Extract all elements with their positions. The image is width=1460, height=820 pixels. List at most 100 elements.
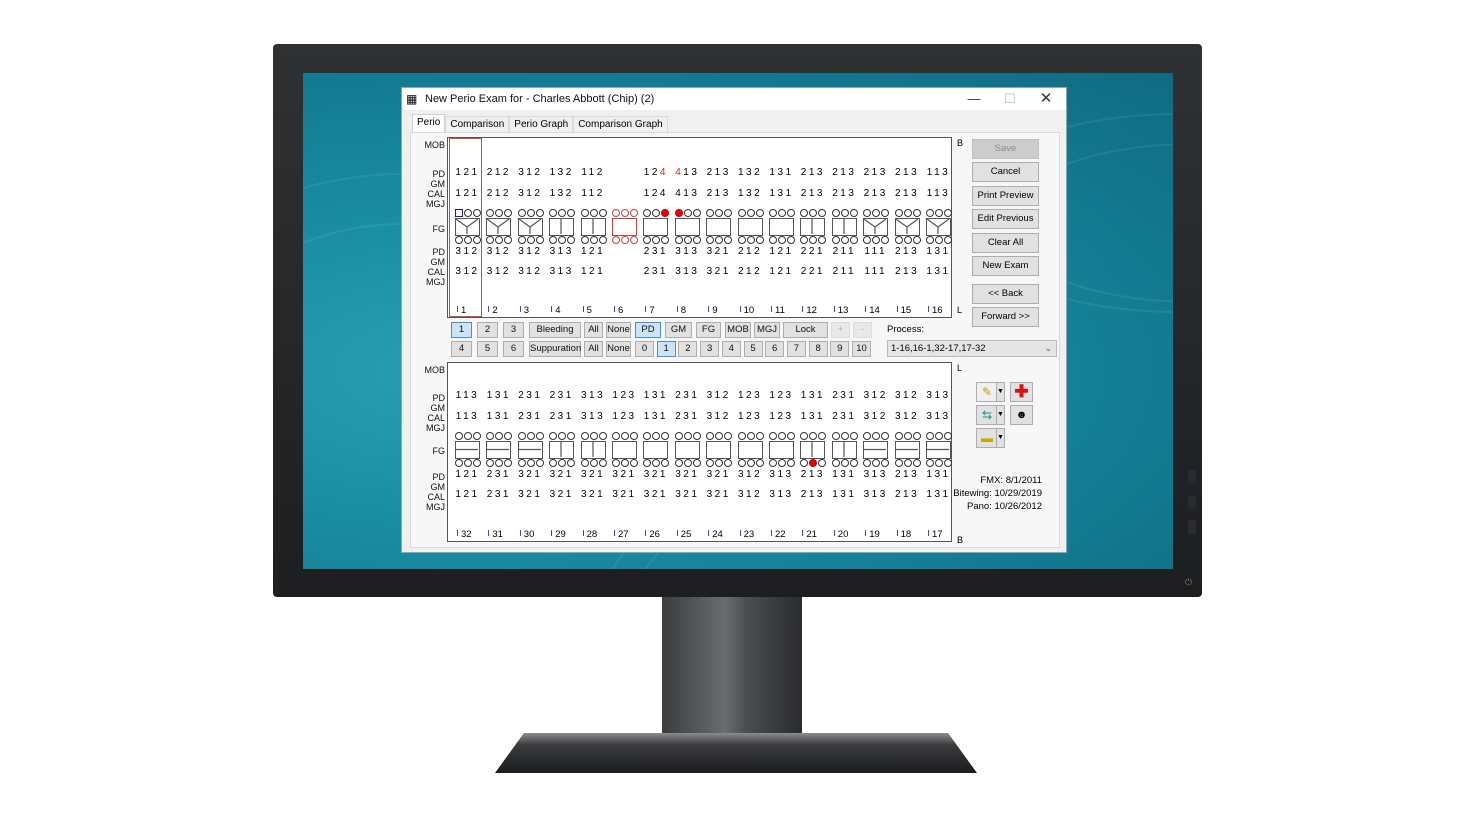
measurement-value[interactable]: 213 xyxy=(892,167,923,178)
site-indicators[interactable] xyxy=(737,209,764,217)
site-circle[interactable] xyxy=(800,459,809,467)
site-circle[interactable] xyxy=(840,209,849,217)
site-circle[interactable] xyxy=(526,236,535,244)
tooth-crown[interactable] xyxy=(894,441,920,459)
measurement-value[interactable]: 312 xyxy=(703,390,734,401)
tooth-2[interactable]: 212 212 312 312 2 xyxy=(482,138,514,317)
measurement-value[interactable]: 312 xyxy=(892,411,923,422)
site-circle[interactable] xyxy=(724,236,733,244)
tooth-31[interactable]: 131 131 231 231 31 xyxy=(482,363,514,541)
tooth-crown[interactable] xyxy=(612,441,637,459)
site-indicators[interactable] xyxy=(674,209,701,217)
measurement-value[interactable]: 113 xyxy=(923,167,954,178)
tooth-crown[interactable] xyxy=(643,441,669,459)
site-indicators[interactable] xyxy=(706,236,733,244)
site-indicators[interactable] xyxy=(643,459,670,467)
site-circle[interactable] xyxy=(486,432,495,440)
measurement-value[interactable]: 231 xyxy=(515,411,546,422)
measurement-value[interactable]: 213 xyxy=(797,167,828,178)
measurement-value[interactable]: 313 xyxy=(766,469,797,480)
site-circle[interactable] xyxy=(455,432,463,440)
lower-arch-chart[interactable]: 113 113 121 121 32 131 131 231 231 31 231 231 321 321… xyxy=(447,362,952,542)
tooth-18[interactable]: 312 312 213 213 18 xyxy=(891,363,923,541)
site-circle[interactable] xyxy=(746,432,755,440)
measurement-value[interactable]: 212 xyxy=(735,266,766,277)
site-indicators[interactable] xyxy=(769,432,795,440)
measurement-value[interactable]: 213 xyxy=(860,167,891,178)
tooth-crown[interactable] xyxy=(674,218,700,236)
tooth-crown[interactable] xyxy=(517,441,543,459)
site-indicators[interactable] xyxy=(517,432,544,440)
site-circle[interactable] xyxy=(589,209,598,217)
medical-cross-icon[interactable]: ✚ xyxy=(1010,382,1033,402)
site-indicators[interactable] xyxy=(831,459,858,467)
site-circle[interactable] xyxy=(715,459,724,467)
tooth-crown[interactable] xyxy=(612,218,637,236)
site-circle[interactable] xyxy=(589,459,598,467)
measurement-value[interactable]: 124 xyxy=(640,188,671,199)
site-circle[interactable] xyxy=(652,209,661,217)
tab-comparison[interactable]: Comparison xyxy=(445,116,510,133)
site-circle[interactable] xyxy=(567,459,576,467)
measurement-value[interactable]: 123 xyxy=(766,390,797,401)
site-circle[interactable] xyxy=(787,236,795,244)
site-circle[interactable] xyxy=(549,236,558,244)
site-circle[interactable] xyxy=(778,236,786,244)
site-indicators[interactable] xyxy=(863,236,890,244)
measurement-value[interactable]: 211 xyxy=(829,246,860,257)
minimize-icon[interactable]: — xyxy=(956,88,992,110)
tooth-crown[interactable] xyxy=(674,441,700,459)
measurement-value[interactable]: 312 xyxy=(515,266,546,277)
measurement-value[interactable]: 313 xyxy=(672,266,703,277)
site-circle[interactable] xyxy=(903,432,912,440)
measurement-value[interactable]: 213 xyxy=(703,167,734,178)
site-circle[interactable] xyxy=(926,236,934,244)
tooth-crown[interactable] xyxy=(549,441,575,459)
measurement-value[interactable]: 131 xyxy=(766,167,797,178)
measurement-value[interactable]: 112 xyxy=(578,167,609,178)
measurement-value[interactable]: 312 xyxy=(703,411,734,422)
site-circle[interactable] xyxy=(872,459,881,467)
tooth-15[interactable]: 213 213 213 213 15 xyxy=(891,138,923,317)
site-indicators[interactable] xyxy=(863,432,890,440)
site-circle[interactable] xyxy=(787,209,795,217)
tooth-crown[interactable] xyxy=(926,218,951,236)
site-circle[interactable] xyxy=(849,459,858,467)
measurement-value[interactable]: 312 xyxy=(735,469,766,480)
site-circle[interactable] xyxy=(621,209,629,217)
bleeding-all-button[interactable]: All xyxy=(584,322,603,338)
site-circle[interactable] xyxy=(580,459,589,467)
measurement-value[interactable]: 213 xyxy=(892,246,923,257)
notes-dropdown-icon[interactable]: ▼ xyxy=(996,382,1005,402)
site-circle[interactable] xyxy=(926,432,934,440)
site-circle[interactable] xyxy=(903,459,912,467)
site-circle[interactable] xyxy=(517,236,526,244)
site-circle[interactable] xyxy=(643,459,652,467)
site-indicators[interactable] xyxy=(486,209,513,217)
site-circle[interactable] xyxy=(894,459,903,467)
measurement-value[interactable]: 312 xyxy=(892,390,923,401)
site-indicators[interactable] xyxy=(612,432,638,440)
measurement-value[interactable]: 221 xyxy=(797,266,828,277)
measurement-value[interactable]: 131 xyxy=(797,390,828,401)
site-circle[interactable] xyxy=(863,432,872,440)
site-button-6[interactable]: 6 xyxy=(503,341,524,357)
measurement-value[interactable]: 123 xyxy=(609,411,640,422)
site-circle[interactable] xyxy=(486,236,495,244)
site-circle[interactable] xyxy=(769,459,777,467)
site-circle[interactable] xyxy=(464,432,472,440)
tooth-10[interactable]: 132 132 212 212 10 xyxy=(734,138,766,317)
site-circle[interactable] xyxy=(692,432,701,440)
site-circle[interactable] xyxy=(473,459,481,467)
measurement-value[interactable]: 313 xyxy=(672,246,703,257)
measurement-value[interactable]: 121 xyxy=(766,246,797,257)
suppuration-button[interactable]: Suppuration xyxy=(529,341,581,357)
site-circle[interactable] xyxy=(787,459,795,467)
value-button-0[interactable]: 0 xyxy=(635,341,654,357)
measurement-value[interactable]: 131 xyxy=(797,411,828,422)
measurement-value[interactable]: 312 xyxy=(860,411,891,422)
measurement-value[interactable]: 213 xyxy=(797,489,828,500)
site-circle[interactable] xyxy=(944,209,952,217)
site-circle[interactable] xyxy=(674,432,683,440)
measurement-value[interactable]: 213 xyxy=(797,188,828,199)
